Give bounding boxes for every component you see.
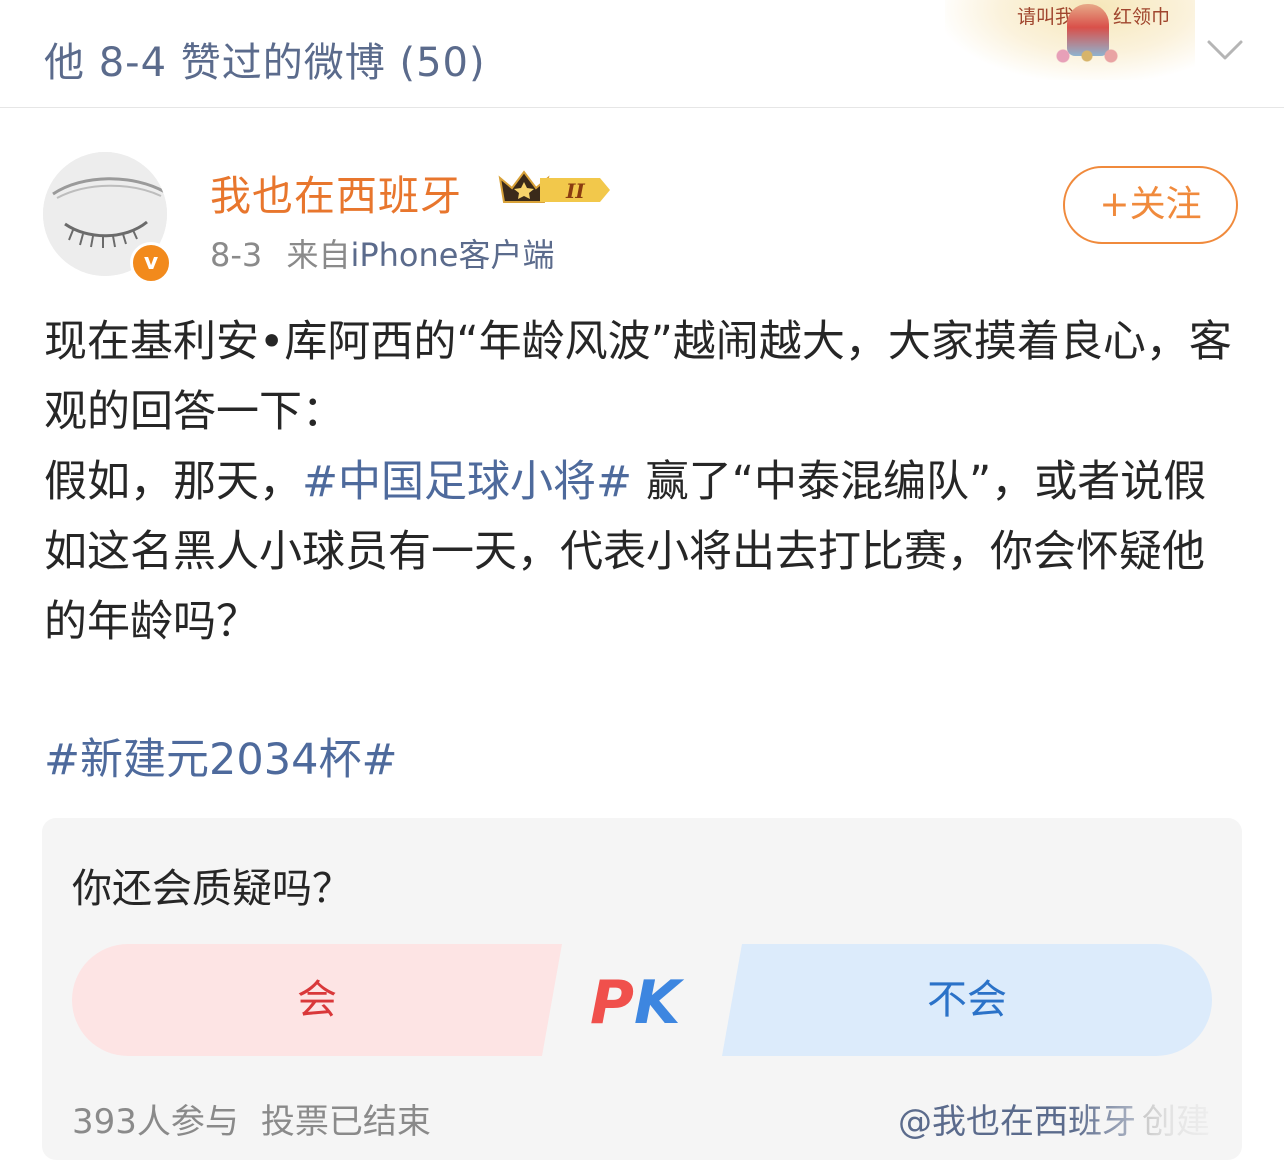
follow-button[interactable]: +关注 <box>1063 166 1238 244</box>
banner-text-left: 请叫我 <box>1017 6 1075 28</box>
banner-text-right: 红领巾 <box>1113 6 1171 28</box>
member-level: II <box>565 179 585 203</box>
hashtag-link-2[interactable]: #新建元2034杯# <box>44 725 398 787</box>
source-prefix: 来自 <box>286 236 351 274</box>
username[interactable]: 我也在西班牙 <box>210 162 462 222</box>
banner-flowers <box>1047 46 1127 66</box>
poll-question: 你还会质疑吗？ <box>72 866 352 912</box>
verified-badge: v <box>130 242 172 284</box>
top-header: 他 8-4 赞过的微博 (50) 请叫我 红领巾 <box>0 0 1284 108</box>
pk-versus-icon: PK <box>590 968 700 1038</box>
text-fade-overlay <box>1072 1084 1242 1144</box>
pk-letter-k: K <box>633 968 681 1038</box>
poll-card: 你还会质疑吗？ 会 PK 不会 393人参与投票已结束 @我也在西班牙创建 <box>42 818 1242 1160</box>
member-crown-icon[interactable]: II <box>496 166 612 208</box>
post-source[interactable]: iPhone客户端 <box>350 236 554 274</box>
page-title: 他 8-4 赞过的微博 (50) <box>44 40 486 86</box>
post-content: 现在基利安•库阿西的“年龄风波”越闹越大，大家摸着良心，客观的回答一下： 假如，… <box>44 307 1244 657</box>
chevron-down-icon[interactable] <box>1206 36 1244 66</box>
promo-banner[interactable]: 请叫我 红领巾 <box>945 0 1195 80</box>
poll-status: 投票已结束 <box>260 1102 431 1142</box>
poll-option-a-button[interactable]: 会 <box>72 944 562 1056</box>
post-meta: 8-3 来自iPhone客户端 <box>210 230 554 276</box>
content-text-1: 现在基利安•库阿西的“年龄风波”越闹越大，大家摸着良心，客观的回答一下： <box>44 317 1232 437</box>
post-date: 8-3 <box>210 236 263 274</box>
poll-stats: 393人参与 投票已结束 <box>72 1094 431 1143</box>
poll-participants: 393人参与 <box>72 1102 239 1142</box>
poll-option-b-button[interactable]: 不会 <box>722 944 1212 1056</box>
pk-letter-p: P <box>590 968 634 1038</box>
hashtag-link[interactable]: #中国足球小将# <box>302 457 632 507</box>
content-text-2: 假如，那天， <box>44 457 302 507</box>
